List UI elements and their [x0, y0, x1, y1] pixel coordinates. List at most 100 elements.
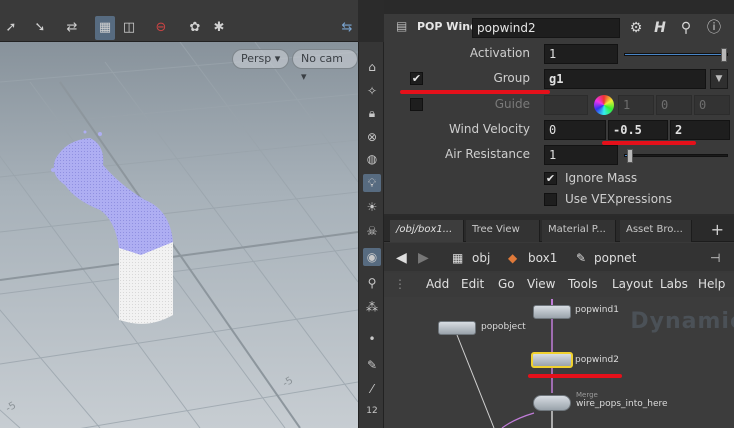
forward-arrow-icon[interactable]: ▶	[418, 249, 429, 267]
network-pane: /obj/box1... Tree View Material P... Ass…	[384, 216, 734, 428]
geo-node-icon: ◆	[508, 251, 518, 265]
ignore-mass-checkbox[interactable]: ✔	[544, 172, 557, 185]
popobject-node[interactable]	[438, 321, 476, 335]
search-icon[interactable]: ⚲	[676, 18, 696, 38]
move-tool-icon[interactable]: ➘	[30, 16, 50, 40]
light-icon[interactable]: ☀	[363, 198, 381, 216]
side-number: 12	[366, 406, 378, 416]
tab-tree-view[interactable]: Tree View	[466, 220, 540, 242]
air-resistance-label: Air Resistance	[445, 147, 530, 161]
use-vex-checkbox[interactable]	[544, 193, 557, 206]
path-box1[interactable]: box1	[528, 249, 557, 267]
guide-row: Guide 1 0 0	[384, 93, 734, 117]
home-icon[interactable]: ⌂	[363, 58, 381, 76]
camera-dropdown[interactable]: No cam ▾	[292, 49, 358, 83]
network-menu-bar: ⋮ Add Edit Go View Tools Layout Labs Hel…	[384, 273, 734, 297]
merge-node[interactable]	[533, 395, 571, 411]
menu-help[interactable]: Help	[698, 277, 725, 291]
merge-type-label: Merge	[576, 391, 598, 399]
shading-icon[interactable]: ◍	[363, 150, 381, 168]
select-tool-icon[interactable]: ➚	[2, 16, 20, 40]
svg-text:-5: -5	[281, 375, 295, 390]
node-name-field[interactable]: popwind2	[472, 18, 620, 38]
pen-icon[interactable]: ✎	[363, 356, 381, 374]
path-obj[interactable]: obj	[472, 249, 490, 267]
snap-points-icon[interactable]: ⚲	[363, 274, 381, 292]
merge-label: wire_pops_into_here	[576, 399, 668, 409]
add-tab-icon[interactable]: +	[711, 220, 724, 240]
skull-icon[interactable]: ☠	[363, 222, 381, 240]
pane-top-strip	[384, 0, 734, 14]
menu-layout[interactable]: Layout	[612, 277, 653, 291]
light-bulb-icon[interactable]: 💡︎	[363, 174, 381, 192]
no-entry-icon[interactable]: ⊖	[152, 16, 170, 40]
particles-icon[interactable]: ⁂	[363, 298, 381, 316]
group-checkbox[interactable]: ✔	[410, 72, 423, 85]
wind-velocity-x[interactable]: 0	[544, 120, 606, 140]
group-row: ✔ Group g1 ▼	[384, 67, 734, 91]
popwind1-node[interactable]	[533, 305, 571, 319]
wind-velocity-label: Wind Velocity	[448, 122, 530, 136]
pin-icon[interactable]: ⊣	[710, 249, 720, 267]
persp-dropdown[interactable]: Persp ▾	[232, 49, 290, 69]
camera-view-icon[interactable]: ◉	[363, 248, 381, 266]
popobject-label: popobject	[481, 322, 526, 332]
parameter-pane: ▤ POP Wind popwind2 ⚙ H ⚲ ⓘ Activation 1…	[384, 0, 734, 214]
wind-node-icon: ▤	[396, 19, 408, 33]
activation-slider[interactable]	[624, 48, 728, 62]
viewport-side-toolbar: ⌂ ✧ 🔒︎ ⊗ ◍ 💡︎ ☀ ☠ ◉ ⚲ ⁂ • ✎ ⁄ 12	[358, 42, 384, 428]
menu-tools[interactable]: Tools	[568, 277, 598, 291]
air-resistance-slider[interactable]	[624, 149, 728, 163]
tab-network[interactable]: /obj/box1...	[390, 220, 464, 242]
activation-field[interactable]: 1	[544, 44, 618, 64]
houdini-window: -5 -5 ➚ ➘ ⇄ ▦ ◫ ⊖ ✿ ✱ ⇆ Persp ▾ No cam ▾…	[0, 0, 734, 428]
pane-tabs: /obj/box1... Tree View Material P... Ass…	[384, 216, 734, 242]
network-editor-canvas[interactable]: Dynamic popwind1 popobject popwind2 Merg	[384, 297, 734, 428]
menu-labs[interactable]: Labs	[660, 277, 688, 291]
ghost-icon[interactable]: ⊗	[363, 128, 381, 146]
guide-checkbox[interactable]	[410, 98, 423, 111]
tool-options-icon[interactable]: ⇆	[338, 16, 356, 40]
svg-text:-5: -5	[4, 400, 18, 415]
popwind2-node[interactable]	[531, 352, 573, 368]
scene-viewport[interactable]: -5 -5 ➚ ➘ ⇄ ▦ ◫ ⊖ ✿ ✱ ⇆ Persp ▾ No cam ▾	[0, 0, 358, 428]
menu-add[interactable]: Add	[426, 277, 449, 291]
gear-icon[interactable]: ⚙	[626, 18, 646, 38]
tab-material-palette[interactable]: Material P...	[542, 220, 616, 242]
wind-velocity-y[interactable]: -0.5	[608, 120, 668, 140]
group-dropdown-arrow[interactable]: ▼	[710, 69, 728, 89]
wind-velocity-z[interactable]: 2	[670, 120, 730, 140]
snap-icon[interactable]: ✿	[186, 16, 204, 40]
color-wheel-icon[interactable]	[594, 95, 614, 115]
air-resistance-slider-handle[interactable]	[627, 149, 634, 163]
popwind2-highlight-mark	[528, 374, 622, 378]
node-type-label: POP Wind	[417, 20, 478, 33]
info-icon[interactable]: ⓘ	[704, 18, 724, 38]
view-icon[interactable]: ◫	[120, 16, 138, 40]
parameter-header: ▤ POP Wind popwind2 ⚙ H ⚲ ⓘ	[384, 14, 734, 42]
frame-icon[interactable]: ✧	[363, 82, 381, 100]
menu-handle-icon: ⋮	[394, 277, 406, 291]
group-field[interactable]: g1	[544, 69, 706, 89]
brush-icon[interactable]: ⁄	[363, 380, 381, 398]
guide-value-1: 1	[618, 95, 654, 115]
air-resistance-field[interactable]: 1	[544, 145, 618, 165]
path-popnet[interactable]: popnet	[594, 249, 636, 267]
popwind1-label: popwind1	[575, 305, 619, 315]
activation-slider-fill	[625, 54, 727, 55]
menu-view[interactable]: View	[527, 277, 555, 291]
settings-icon[interactable]: ✱	[210, 16, 228, 40]
activation-slider-handle[interactable]	[721, 48, 727, 62]
particle-system	[51, 130, 173, 324]
dot-icon[interactable]: •	[363, 330, 381, 348]
menu-go[interactable]: Go	[498, 277, 515, 291]
popwind2-label: popwind2	[575, 355, 619, 365]
back-arrow-icon[interactable]: ◀	[396, 249, 407, 267]
path-bar: ◀ ▶ ▦ obj ◆ box1 ✎ popnet ⊣	[384, 243, 734, 271]
lock-icon[interactable]: 🔒︎	[363, 104, 381, 122]
handle-tool-icon[interactable]: ⇄	[62, 16, 82, 40]
tab-asset-browser[interactable]: Asset Bro...	[620, 220, 692, 242]
display-points-icon[interactable]: ▦	[95, 16, 115, 40]
help-h-icon[interactable]: H	[650, 18, 670, 38]
menu-edit[interactable]: Edit	[461, 277, 484, 291]
